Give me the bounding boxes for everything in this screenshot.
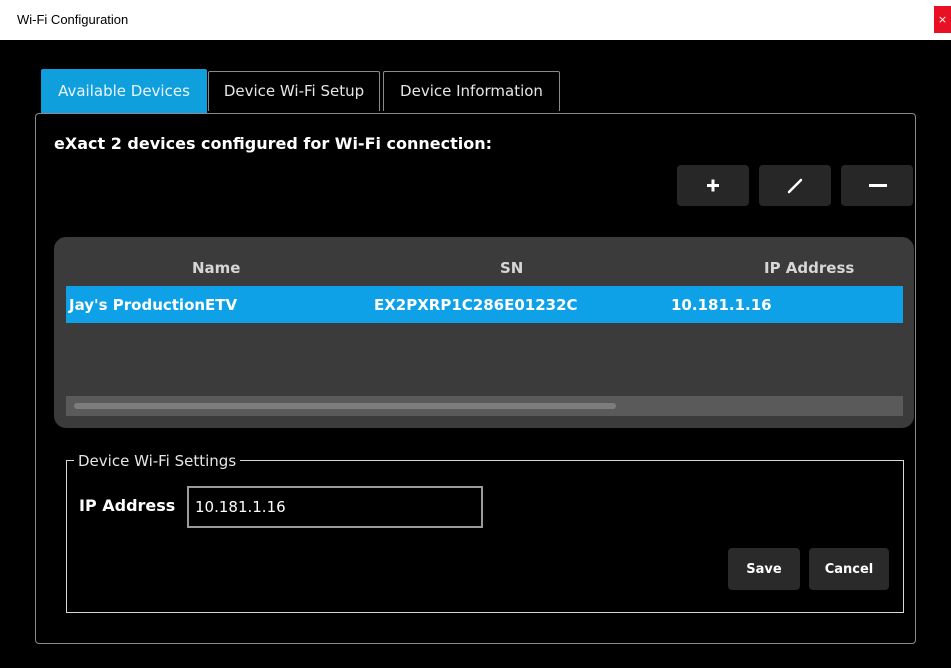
window-title: Wi-Fi Configuration bbox=[17, 12, 129, 27]
column-header-ip-address[interactable]: IP Address bbox=[764, 259, 854, 277]
edit-device-button[interactable] bbox=[759, 165, 831, 206]
close-button[interactable]: × bbox=[934, 6, 951, 33]
add-device-button[interactable] bbox=[677, 165, 749, 206]
minus-icon bbox=[869, 184, 887, 187]
tab-device-wifi-setup[interactable]: Device Wi-Fi Setup bbox=[208, 71, 380, 111]
scrollbar-thumb[interactable] bbox=[74, 403, 616, 409]
column-header-sn[interactable]: SN bbox=[500, 259, 523, 277]
column-header-name[interactable]: Name bbox=[192, 259, 240, 277]
remove-device-button[interactable] bbox=[841, 165, 913, 206]
wifi-settings-group bbox=[66, 460, 904, 613]
cancel-button[interactable]: Cancel bbox=[809, 548, 889, 590]
panel-heading: eXact 2 devices configured for Wi-Fi con… bbox=[54, 134, 493, 153]
ip-address-input[interactable] bbox=[187, 486, 483, 528]
title-bar: Wi-Fi Configuration × bbox=[0, 0, 951, 40]
group-legend: Device Wi-Fi Settings bbox=[74, 452, 241, 470]
plus-icon bbox=[707, 179, 719, 192]
tab-available-devices[interactable]: Available Devices bbox=[41, 69, 207, 113]
row-ip-cell: 10.181.1.16 bbox=[671, 296, 772, 314]
ip-address-label: IP Address bbox=[79, 496, 176, 515]
row-sn-cell: EX2PXRP1C286E01232C bbox=[374, 296, 578, 314]
save-button[interactable]: Save bbox=[728, 548, 800, 590]
tab-device-information[interactable]: Device Information bbox=[383, 71, 560, 111]
row-name-cell: Jay's ProductionETV bbox=[69, 296, 238, 314]
pencil-icon bbox=[787, 178, 803, 194]
